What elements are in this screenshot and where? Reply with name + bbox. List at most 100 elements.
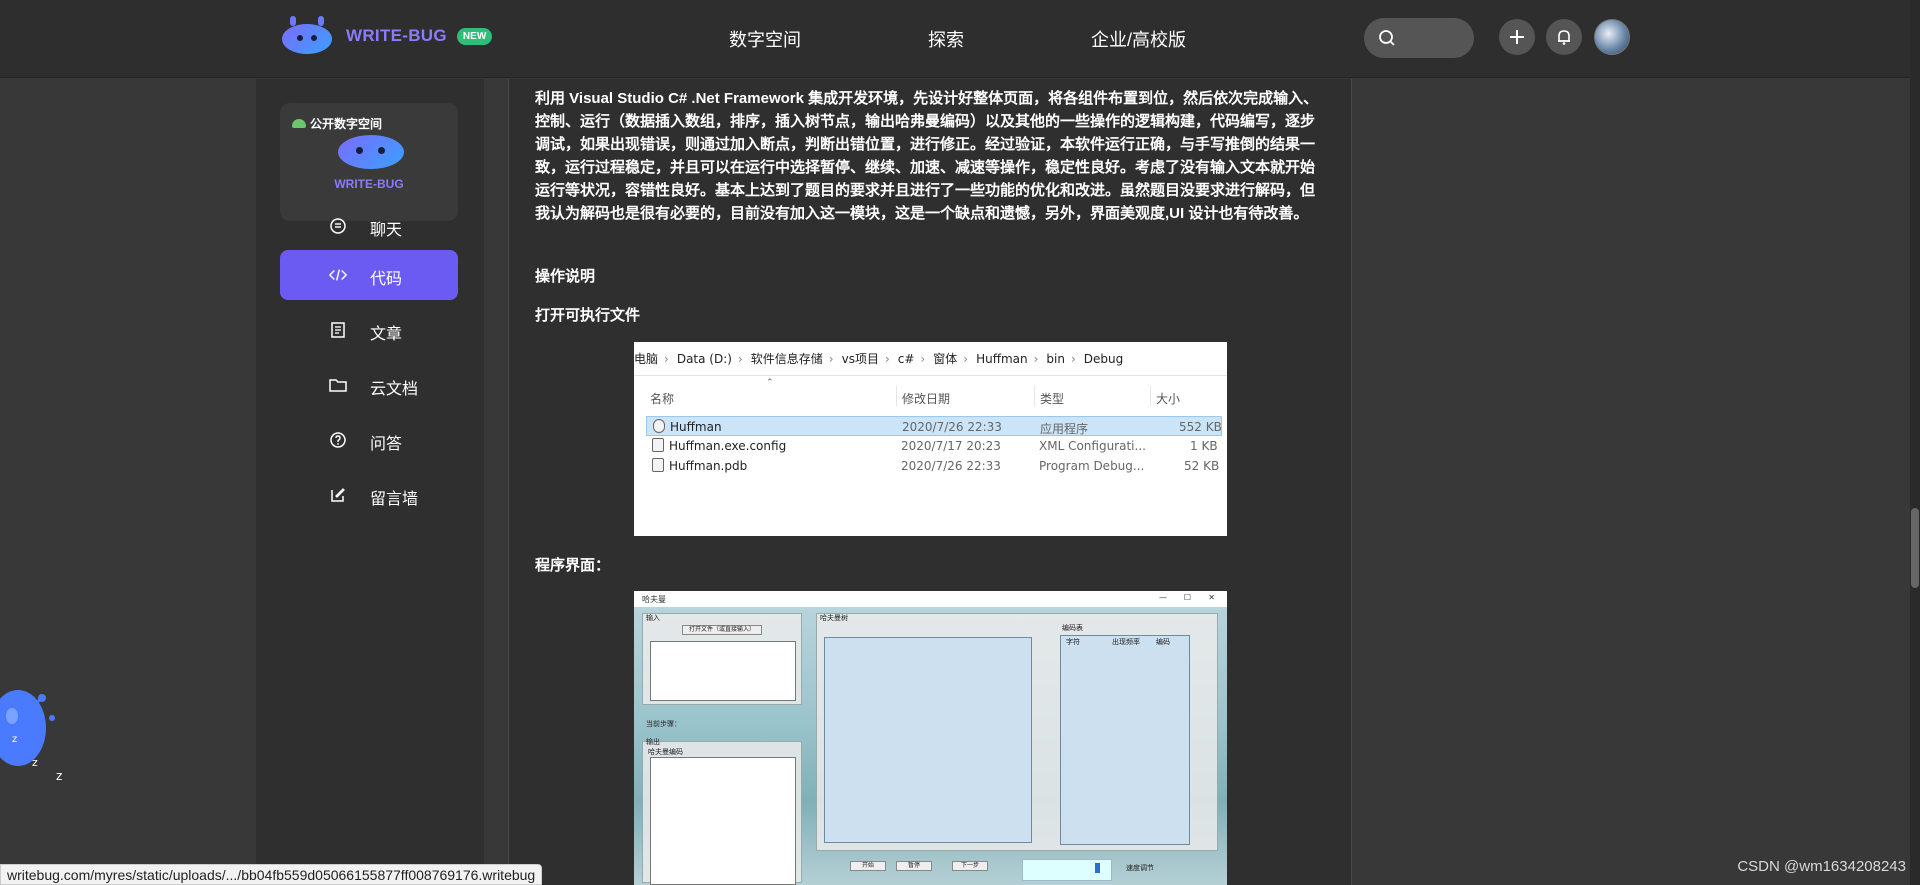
column-size: 大小	[1156, 392, 1181, 406]
maximize-icon: ☐	[1183, 593, 1191, 602]
svg-text:z: z	[56, 769, 62, 783]
file-row[interactable]: Huffman 2020/7/26 22:33 应用程序 552 KB	[646, 416, 1222, 436]
question-icon	[328, 430, 348, 450]
notifications-button[interactable]	[1546, 19, 1582, 55]
next-step-button: 下一步	[952, 861, 988, 871]
folder-icon	[328, 375, 348, 395]
android-icon	[292, 119, 306, 128]
column-headers: 名称 修改日期 类型 大小	[634, 386, 1227, 408]
file-explorer-screenshot: 电脑 › Data (D:) › 软件信息存储 › vs项目 › c# › 窗体 › Huf…	[634, 342, 1227, 536]
tree-label: 哈夫曼树	[820, 614, 848, 622]
status-bar-url: writebug.com/myres/static/uploads/.../bb…	[0, 864, 543, 885]
file-size: 552 KB	[1179, 420, 1222, 434]
nav-enterprise[interactable]: 企业/高校版	[1091, 26, 1186, 52]
column-date: 修改日期	[902, 392, 951, 406]
heading-program-ui: 程序界面：	[535, 557, 611, 574]
window-titlebar: 哈夫曼 — ☐ ✕	[634, 591, 1227, 607]
sidebar-item-code[interactable]: 代码	[280, 250, 458, 300]
search-input[interactable]	[1364, 18, 1474, 58]
breadcrumb-item: Huffman	[976, 351, 1028, 366]
breadcrumb-item: c#	[897, 351, 915, 366]
sidebar-item-label: 留言墙	[370, 491, 419, 508]
file-name: Huffman	[670, 420, 722, 434]
code-table-label: 编码表	[1062, 624, 1083, 632]
breadcrumb-item: Debug	[1083, 351, 1124, 366]
program-window-screenshot: 哈夫曼 — ☐ ✕ 输入 打开文件（或直接输入） 当前步骤： 输出 哈夫曼编码 …	[634, 591, 1227, 885]
nav-digital-space[interactable]: 数字空间	[729, 26, 801, 52]
speed-label: 速度调节	[1126, 864, 1154, 872]
scrollbar-thumb[interactable]	[1911, 508, 1919, 588]
file-name: Huffman.pdb	[669, 459, 748, 473]
csdn-watermark: CSDN @wm1634208243	[1737, 858, 1906, 875]
breadcrumb-item: Data (D:)	[676, 351, 732, 366]
file-date: 2020/7/26 22:33	[902, 420, 1002, 434]
column-type: 类型	[1040, 392, 1065, 406]
file-date: 2020/7/17 20:23	[901, 439, 1001, 453]
file-size: 52 KB	[1184, 459, 1220, 473]
search-icon	[1378, 29, 1396, 52]
output-label: 输出	[646, 738, 660, 746]
top-navigation-bar: WRITE-BUG NEW 数字空间 探索 企业/高校版	[0, 0, 1920, 78]
input-textbox	[650, 641, 796, 701]
nav-explore[interactable]: 探索	[928, 26, 964, 52]
output-textbox	[650, 757, 796, 885]
code-col-char: 字符	[1066, 638, 1080, 646]
breadcrumb-item: 电脑	[634, 352, 659, 366]
file-type: Program Debug...	[1039, 459, 1145, 473]
file-row[interactable]: Huffman.pdb 2020/7/26 22:33 Program Debu…	[646, 456, 1222, 476]
create-button[interactable]	[1499, 19, 1535, 55]
speed-slider	[1022, 859, 1112, 881]
space-card-label: 公开数字空间	[292, 115, 382, 132]
chat-icon	[328, 216, 348, 236]
sidebar-item-message-wall[interactable]: 留言墙	[280, 470, 458, 520]
start-button: 开始	[850, 861, 886, 871]
code-icon	[328, 265, 348, 285]
heading-operations: 操作说明	[535, 268, 596, 285]
code-col-code: 编码	[1156, 638, 1170, 646]
sidebar-item-label: 聊天	[370, 222, 403, 239]
sidebar-item-cloud-docs[interactable]: 云文档	[280, 360, 458, 410]
sidebar-item-label: 代码	[370, 271, 403, 288]
app-file-icon	[653, 419, 665, 433]
breadcrumb-item: bin	[1046, 351, 1065, 366]
sidebar-item-chat[interactable]: 聊天	[280, 201, 458, 251]
tree-canvas	[824, 637, 1032, 843]
breadcrumb: 电脑 › Data (D:) › 软件信息存储 › vs项目 › c# › 窗体 › Huf…	[634, 342, 1227, 376]
mascot-logo-icon	[280, 16, 334, 56]
article-icon	[328, 320, 348, 340]
column-name: 名称	[650, 392, 675, 406]
svg-text:z: z	[12, 734, 17, 745]
close-icon: ✕	[1208, 593, 1215, 602]
window-title: 哈夫曼	[642, 595, 666, 604]
code-table	[1060, 635, 1190, 845]
new-badge: NEW	[456, 27, 493, 45]
article-content: 利用 Visual Studio C# .Net Framework 集成开发环…	[508, 79, 1352, 885]
edit-icon	[328, 485, 348, 505]
code-col-freq: 出现频率	[1112, 638, 1140, 646]
breadcrumb-item: vs项目	[841, 352, 879, 366]
sidebar-item-label: 云文档	[370, 381, 419, 398]
page-scrollbar[interactable]	[1910, 0, 1920, 885]
brand-logo[interactable]: WRITE-BUG NEW	[280, 16, 493, 56]
svg-text:z: z	[32, 756, 38, 769]
file-date: 2020/7/26 22:33	[901, 459, 1001, 473]
minimize-icon: —	[1159, 593, 1167, 602]
file-size: 1 KB	[1190, 439, 1218, 453]
plus-icon	[1510, 30, 1524, 44]
file-row[interactable]: Huffman.exe.config 2020/7/17 20:23 XML C…	[646, 436, 1222, 456]
steps-label: 当前步骤：	[646, 720, 681, 728]
floating-assistant-mascot[interactable]: z z z	[0, 668, 70, 788]
heading-open-executable: 打开可执行文件	[535, 307, 641, 324]
sidebar-item-articles[interactable]: 文章	[280, 305, 458, 355]
user-avatar[interactable]	[1594, 19, 1630, 55]
file-type: XML Configurati...	[1039, 439, 1146, 453]
space-card-brand: WRITE-BUG	[334, 177, 404, 191]
brand-name: WRITE-BUG	[346, 26, 447, 45]
sidebar-item-qa[interactable]: 问答	[280, 415, 458, 465]
sidebar-item-label: 问答	[370, 436, 403, 453]
breadcrumb-item: 软件信息存储	[750, 352, 823, 366]
left-sidebar: 公开数字空间 WRITE-BUG 聊天 代码 文章 云文档 问答 留言墙	[256, 79, 484, 885]
open-file-button: 打开文件（或直接输入）	[682, 625, 762, 635]
output-sub-label: 哈夫曼编码	[648, 748, 683, 756]
pause-button: 暂停	[896, 861, 932, 871]
